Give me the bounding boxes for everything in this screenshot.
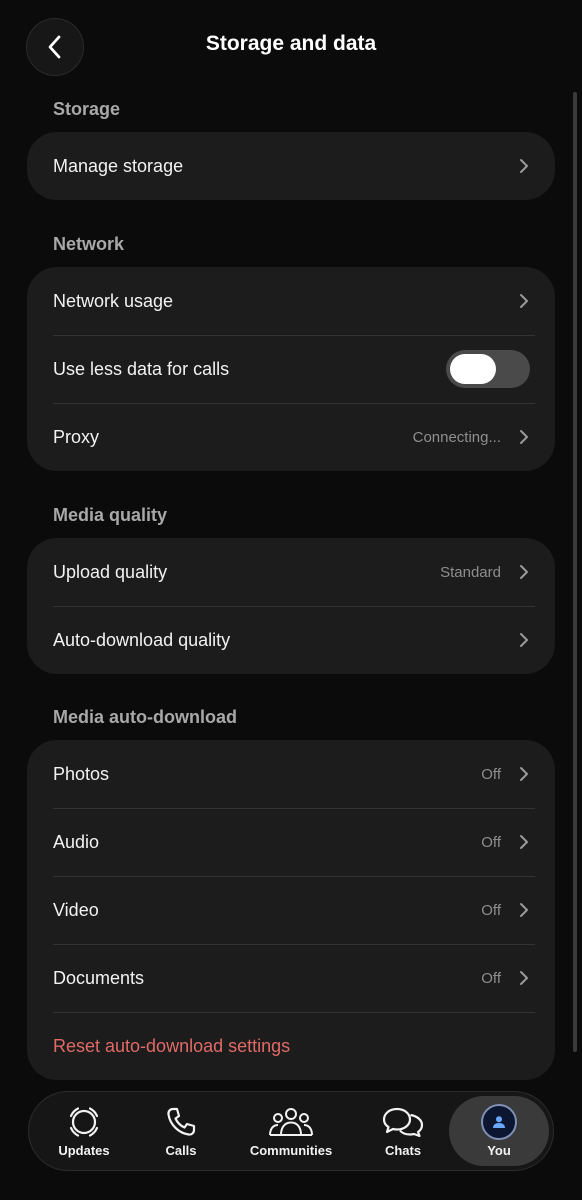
person-icon: [493, 1115, 505, 1128]
tab-calls[interactable]: Calls: [151, 1092, 211, 1170]
chevron-right-icon: [519, 902, 529, 918]
avatar: [481, 1103, 517, 1140]
auto-download-card: Photos Off Audio Off Video Off Documents…: [27, 740, 555, 1080]
row-label: Photos: [53, 763, 110, 784]
tab-you[interactable]: You: [469, 1092, 529, 1170]
proxy-row[interactable]: Proxy Connecting...: [27, 403, 555, 471]
chevron-right-icon: [519, 766, 529, 782]
updates-icon: [69, 1106, 99, 1137]
chevron-right-icon: [519, 429, 529, 445]
row-label: Network usage: [53, 290, 174, 311]
reset-auto-download-button[interactable]: Reset auto-download settings: [53, 1036, 290, 1057]
video-row[interactable]: Video Off: [27, 876, 555, 944]
upload-quality-value: Standard: [440, 563, 501, 581]
upload-quality-row[interactable]: Upload quality Standard: [27, 538, 555, 606]
photos-value: Off: [481, 765, 501, 783]
photos-row[interactable]: Photos Off: [27, 740, 555, 808]
audio-row[interactable]: Audio Off: [27, 808, 555, 876]
tab-label: Communities: [249, 1142, 333, 1158]
video-value: Off: [481, 901, 501, 919]
section-label-auto-download: Media auto-download: [53, 707, 237, 727]
chats-icon: [382, 1107, 424, 1137]
tab-label: Updates: [58, 1142, 110, 1158]
chevron-right-icon: [519, 632, 529, 648]
tab-chats[interactable]: Chats: [373, 1092, 433, 1170]
row-label: Auto-download quality: [53, 629, 231, 650]
row-label: Use less data for calls: [53, 358, 230, 379]
communities-icon: [269, 1107, 313, 1136]
section-label-storage: Storage: [53, 99, 121, 119]
section-label-media-quality: Media quality: [53, 505, 168, 525]
media-quality-card: Upload quality Standard Auto-download qu…: [27, 538, 555, 674]
network-card: Network usage Use less data for calls Pr…: [27, 267, 555, 471]
documents-row[interactable]: Documents Off: [27, 944, 555, 1012]
documents-value: Off: [481, 969, 501, 987]
page-title: Storage and data: [205, 32, 377, 55]
chevron-right-icon: [519, 564, 529, 580]
storage-card: Manage storage: [27, 132, 555, 200]
audio-value: Off: [481, 833, 501, 851]
section-label-network: Network: [53, 234, 125, 254]
phone-icon: [167, 1107, 196, 1136]
header: Storage and data: [0, 0, 582, 92]
row-label: Audio: [53, 831, 100, 852]
row-label: Proxy: [53, 426, 100, 447]
proxy-status: Connecting...: [412, 428, 501, 446]
auto-download-quality-row[interactable]: Auto-download quality: [27, 606, 555, 674]
bottom-tab-bar: Updates Calls Communities Chats You: [28, 1091, 554, 1171]
tab-label: Calls: [165, 1142, 197, 1158]
chevron-right-icon: [519, 834, 529, 850]
tab-updates[interactable]: Updates: [49, 1092, 119, 1170]
chevron-right-icon: [519, 970, 529, 986]
row-label: Video: [53, 899, 99, 920]
tab-label: Chats: [384, 1142, 422, 1158]
tab-communities[interactable]: Communities: [243, 1092, 339, 1170]
use-less-data-toggle[interactable]: [446, 350, 530, 388]
tab-label: You: [487, 1142, 511, 1158]
row-label: Upload quality: [53, 561, 168, 582]
manage-storage-row[interactable]: Manage storage: [27, 132, 555, 200]
toggle-knob: [450, 354, 496, 384]
chevron-right-icon: [519, 293, 529, 309]
chevron-right-icon: [519, 158, 529, 174]
row-label: Documents: [53, 967, 145, 988]
reset-auto-download-row[interactable]: Reset auto-download settings: [27, 1012, 555, 1080]
network-usage-row[interactable]: Network usage: [27, 267, 555, 335]
row-label: Manage storage: [53, 155, 184, 176]
scrollbar[interactable]: [573, 92, 577, 1052]
use-less-data-row: Use less data for calls: [27, 335, 555, 403]
